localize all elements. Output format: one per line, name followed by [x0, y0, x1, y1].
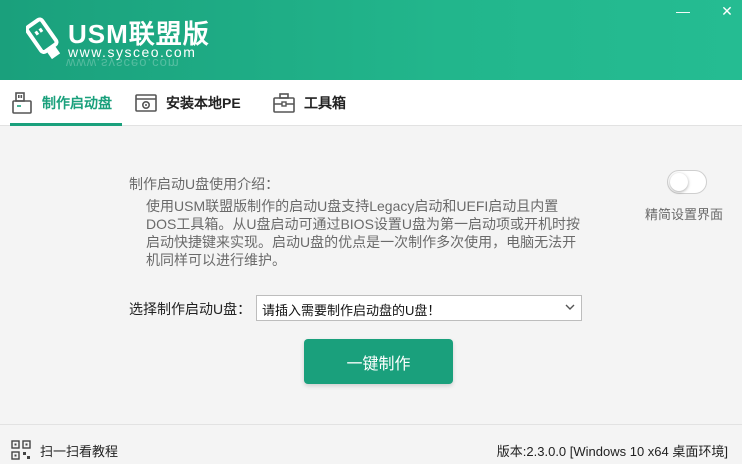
chevron-down-icon: [565, 304, 575, 310]
url-reflection: www.sysceo.com: [66, 56, 180, 71]
tab-make-boot-disk[interactable]: 制作启动盘: [10, 80, 122, 126]
qr-code-icon: [11, 440, 31, 460]
intro-title: 制作启动U盘使用介绍：: [129, 176, 280, 192]
scan-tutorial-link[interactable]: 扫一扫看教程: [40, 441, 118, 460]
minimize-button[interactable]: —: [672, 2, 694, 20]
tab-label: 工具箱: [304, 95, 346, 111]
one-click-make-button[interactable]: 一键制作: [304, 339, 453, 384]
usb-select-dropdown[interactable]: 请插入需要制作启动盘的U盘！: [256, 295, 582, 321]
tab-install-local-pe[interactable]: 安装本地PE: [134, 80, 241, 126]
tab-toolbox[interactable]: 工具箱: [272, 80, 346, 126]
toggle-knob: [670, 173, 688, 191]
tab-bar: 制作启动盘 安装本地PE 工具箱: [0, 80, 742, 126]
toolbox-icon: [273, 93, 295, 113]
usb-drive-icon: [12, 92, 32, 114]
tab-label: 制作启动盘: [42, 95, 112, 111]
header-bar: USM联盟版 www.sysceo.com www.sysceo.com — ✕: [0, 0, 742, 80]
footer-bar: 扫一扫看教程 版本:2.3.0.0 [Windows 10 x64 桌面环境]: [0, 424, 742, 464]
select-usb-label: 选择制作启动U盘：: [129, 301, 252, 317]
version-info: 版本:2.3.0.0 [Windows 10 x64 桌面环境]: [496, 444, 728, 459]
simplified-settings-toggle[interactable]: [667, 170, 707, 194]
intro-text: 使用USM联盟版制作的启动U盘支持Legacy启动和UEFI启动且内置DOS工具…: [146, 198, 581, 268]
select-value: 请插入需要制作启动盘的U盘！: [262, 303, 441, 318]
tab-label: 安装本地PE: [166, 95, 241, 111]
close-button[interactable]: ✕: [716, 2, 738, 20]
usb-logo-icon: [26, 17, 61, 60]
main-panel: 制作启动U盘使用介绍： 使用USM联盟版制作的启动U盘支持Legacy启动和UE…: [0, 127, 742, 424]
gear-window-icon: [135, 94, 157, 112]
toggle-label: 精简设置界面: [645, 207, 724, 222]
